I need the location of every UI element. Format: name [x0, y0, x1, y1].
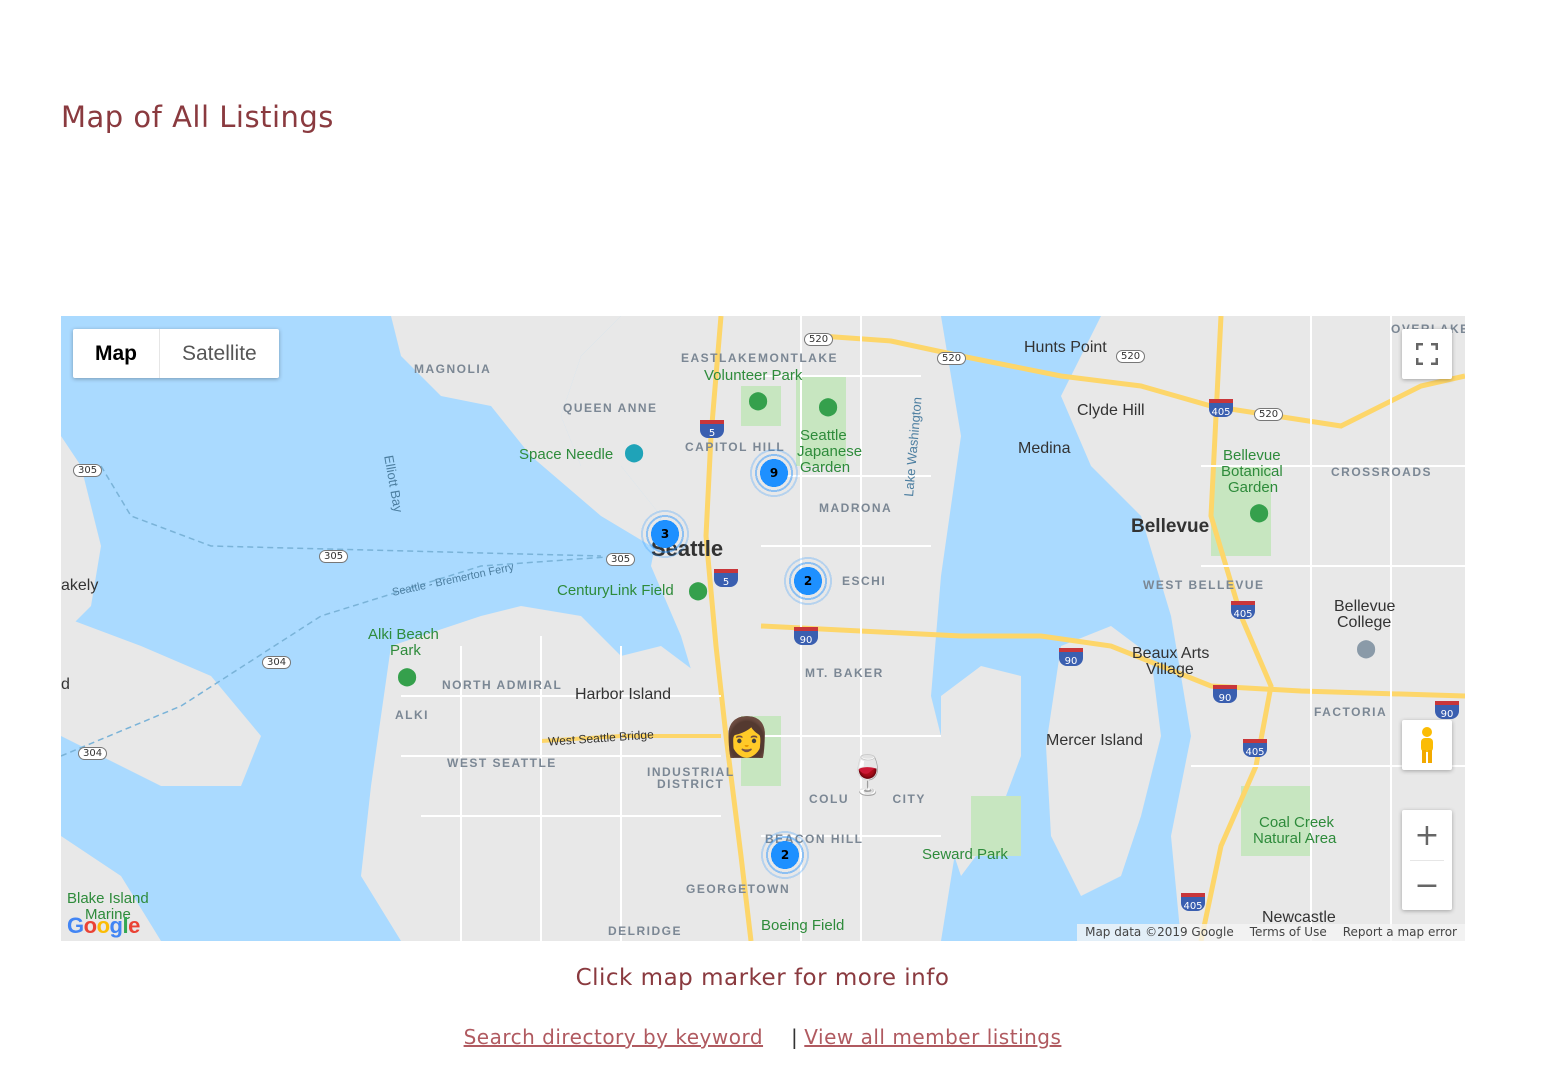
label-bellevue: Bellevue [1131, 516, 1210, 537]
route-shield-305: 305 [606, 553, 636, 566]
label-madrona: MADRONA [819, 501, 893, 515]
map-data-text: Map data ©2019 Google [1085, 925, 1234, 939]
wine-and-cheese-marker-icon[interactable]: 🍷 [844, 756, 891, 794]
label-mt-baker: MT. BAKER [805, 666, 884, 680]
label-crossroads: CROSSROADS [1331, 465, 1433, 479]
zoom-in-button[interactable]: + [1402, 810, 1452, 860]
zoom-out-button[interactable]: − [1402, 860, 1452, 910]
label-georgetown: GEORGETOWN [686, 882, 791, 896]
label-bellevue-botanical-1: Bellevue [1223, 447, 1281, 464]
search-directory-link[interactable]: Search directory by keyword [464, 1025, 763, 1049]
label-blake-island-1: Blake Island [67, 890, 149, 907]
pegman-icon [1421, 727, 1433, 763]
interstate-shield-405: 405 [1243, 739, 1267, 758]
route-shield-520: 520 [1254, 408, 1284, 421]
cluster-marker[interactable]: 2 [757, 827, 813, 883]
school-pin-icon: ⬤ [1356, 638, 1377, 659]
label-alki-beach-2: Park [390, 642, 421, 659]
map-attribution: Map data ©2019 Google Terms of Use Repor… [1077, 924, 1465, 941]
label-clyde-hill: Clyde Hill [1077, 402, 1145, 419]
label-boeing-field: Boeing Field [761, 917, 845, 934]
label-west-seattle: WEST SEATTLE [447, 756, 557, 770]
label-harbor-island: Harbor Island [575, 686, 672, 703]
interstate-shield-90: 90 [1213, 685, 1237, 704]
interstate-shield-405: 405 [1209, 399, 1233, 418]
park-pin-icon: ⬤ [748, 390, 769, 411]
label-japanese-garden-2: Japanese [797, 443, 863, 460]
zoom-control: + − [1402, 810, 1452, 910]
cluster-marker[interactable]: 2 [780, 553, 836, 609]
label-alki: ALKI [395, 708, 429, 722]
interstate-shield-5: 5 [714, 569, 738, 588]
route-shield-520: 520 [1116, 350, 1146, 363]
zoom-divider [1410, 860, 1444, 861]
view-all-listings-link[interactable]: View all member listings [804, 1025, 1061, 1049]
label-montlake: MONTLAKE [758, 351, 838, 365]
interstate-shield-90: 90 [1059, 648, 1083, 667]
interstate-shield-5: 5 [700, 420, 724, 439]
fullscreen-icon [1416, 343, 1438, 365]
interstate-shield-90: 90 [1435, 701, 1459, 720]
label-d-edge: d [61, 676, 70, 693]
label-west-bellevue: WEST BELLEVUE [1143, 578, 1265, 592]
label-eastlake: EASTLAKE [681, 351, 758, 365]
map-caption: Click map marker for more info [575, 965, 950, 991]
attraction-pin-icon: ⬤ [624, 442, 645, 463]
route-shield-305: 305 [319, 550, 349, 563]
label-hunts-point: Hunts Point [1024, 339, 1107, 356]
label-beaux-arts-2: Village [1146, 661, 1194, 678]
label-medina: Medina [1018, 440, 1071, 457]
street-view-pegman-button[interactable] [1402, 720, 1452, 770]
cluster-marker[interactable]: 9 [746, 445, 802, 501]
woman-with-hat-marker-icon[interactable]: 👩 [723, 718, 770, 756]
label-bellevue-college-2: College [1337, 614, 1392, 631]
interstate-shield-90: 90 [794, 627, 818, 646]
report-map-error-link[interactable]: Report a map error [1335, 924, 1465, 941]
page-title: Map of All Listings [61, 100, 334, 134]
park-pin-icon: ⬤ [818, 396, 839, 417]
label-coal-creek-1: Coal Creek [1259, 814, 1335, 831]
route-shield-304: 304 [78, 747, 108, 760]
label-north-admiral: NORTH ADMIRAL [442, 678, 563, 692]
map-type-control: Map Satellite [73, 329, 279, 378]
label-queen-anne: QUEEN ANNE [563, 401, 658, 415]
route-shield-520: 520 [937, 352, 967, 365]
cluster-marker[interactable]: 3 [637, 506, 693, 562]
google-logo[interactable]: Google [67, 913, 140, 939]
route-shield-304: 304 [262, 656, 292, 669]
label-mercer-island: Mercer Island [1046, 732, 1143, 749]
label-japanese-garden-1: Seattle [800, 427, 847, 444]
park-pin-icon: ⬤ [1249, 502, 1270, 523]
directory-links: Search directory by keyword | View all mem… [0, 1025, 1525, 1049]
label-bellevue-botanical-3: Garden [1228, 479, 1279, 496]
terms-of-use-link[interactable]: Terms of Use [1242, 924, 1335, 941]
label-magnolia: MAGNOLIA [414, 362, 492, 376]
map-type-map-button[interactable]: Map [73, 329, 159, 378]
fullscreen-button[interactable] [1402, 329, 1452, 379]
label-coal-creek-2: Natural Area [1253, 830, 1337, 847]
label-bakely: akely [61, 577, 99, 594]
label-bellevue-botanical-2: Botanical [1221, 463, 1283, 480]
map-type-satellite-button[interactable]: Satellite [159, 329, 279, 378]
route-shield-305: 305 [73, 464, 103, 477]
label-centurylink-field: CenturyLink Field [557, 582, 674, 599]
label-seward-park: Seward Park [922, 846, 1008, 863]
park-pin-icon: ⬤ [397, 666, 418, 687]
label-japanese-garden-3: Garden [800, 459, 851, 476]
label-alki-beach-1: Alki Beach [368, 626, 439, 643]
interstate-shield-405: 405 [1231, 601, 1255, 620]
route-shield-520: 520 [804, 333, 834, 346]
stadium-pin-icon: ⬤ [688, 580, 709, 601]
label-space-needle: Space Needle [519, 446, 614, 463]
label-district: DISTRICT [657, 777, 725, 791]
label-volunteer-park: Volunteer Park [704, 367, 803, 384]
label-leschi: ESCHI [842, 574, 887, 588]
link-separator: | [791, 1025, 799, 1049]
listings-map[interactable]: Seattle Bellevue MAGNOLIA QUEEN ANNE EAS… [61, 316, 1465, 941]
interstate-shield-405: 405 [1181, 893, 1205, 912]
label-factoria: FACTORIA [1314, 705, 1388, 719]
label-delridge: DELRIDGE [608, 924, 683, 938]
